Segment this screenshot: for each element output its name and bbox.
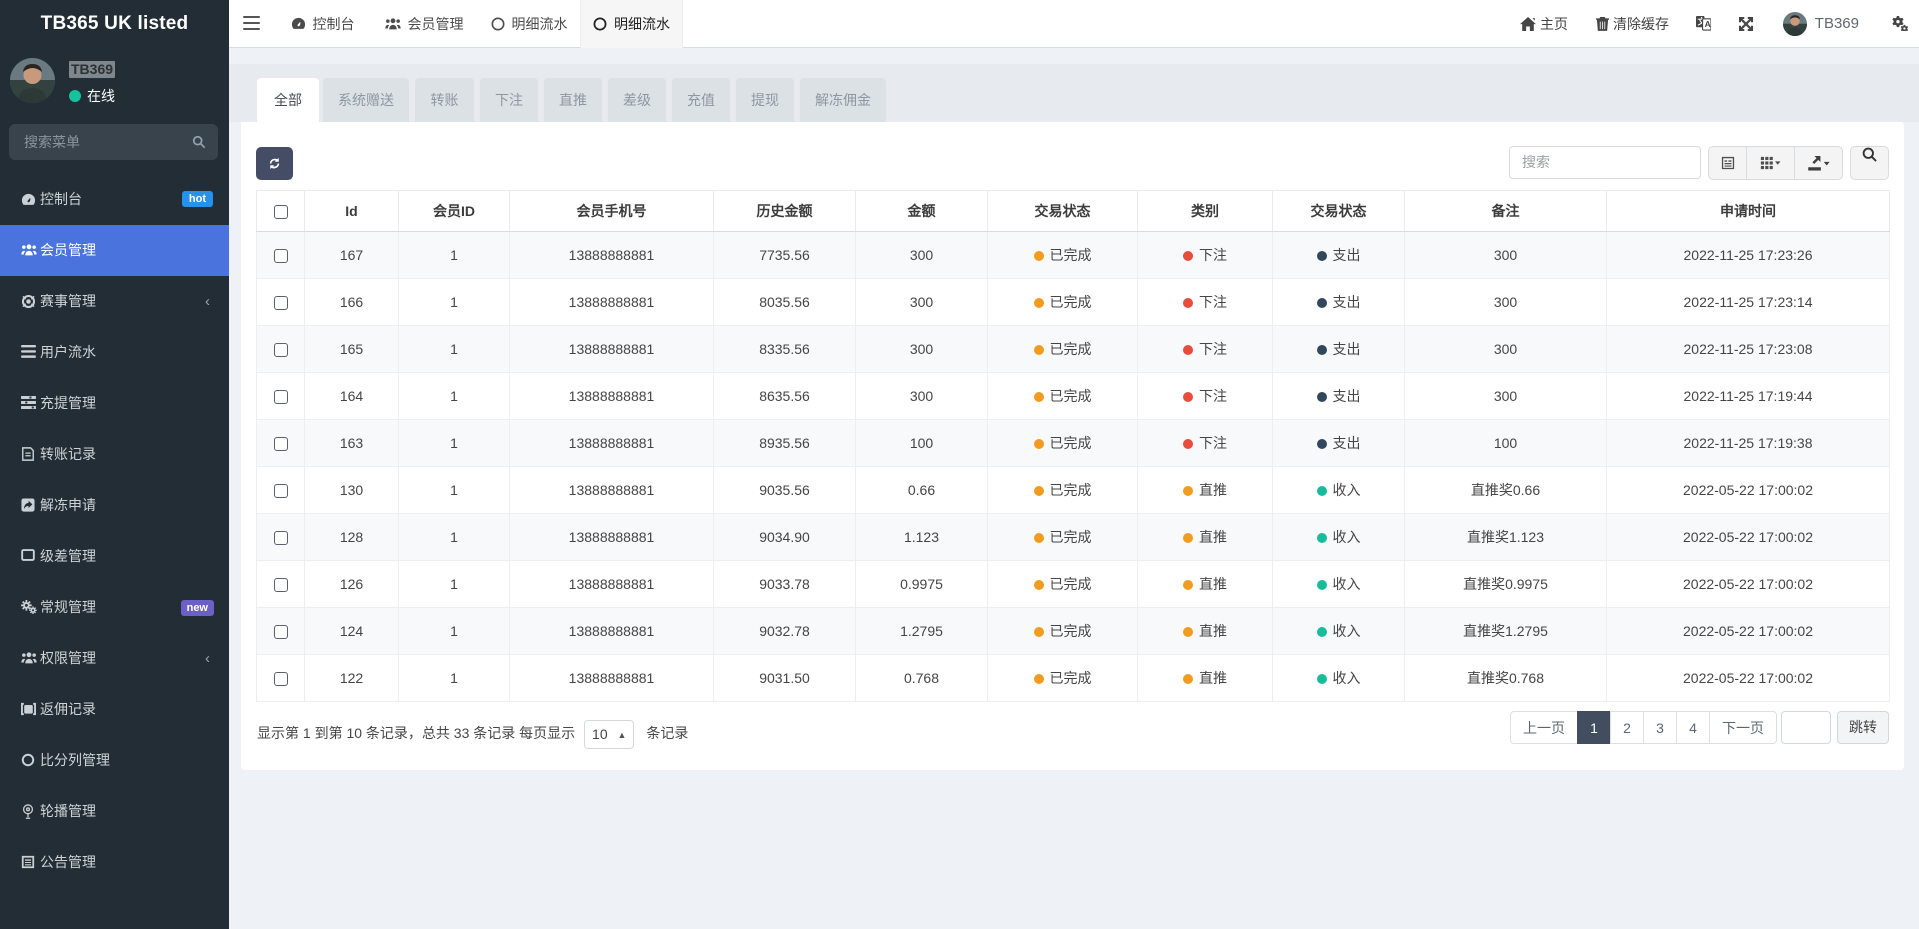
svg-text:A: A: [1705, 19, 1711, 29]
